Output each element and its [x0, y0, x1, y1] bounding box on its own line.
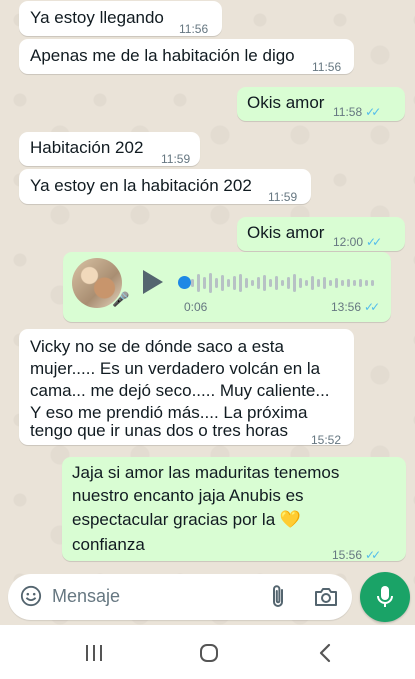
back-icon[interactable]	[316, 642, 336, 664]
message-time-value: 11:58	[333, 105, 363, 119]
message-text-line: mujer..... Es un verdadero volcán en la	[30, 359, 321, 378]
read-ticks-icon: ✓✓	[366, 235, 382, 249]
yellow-heart-emoji: 💛	[279, 510, 302, 529]
message-incoming[interactable]: Ya estoy en la habitación 202 11:59	[19, 169, 311, 204]
message-time: 13:56 ✓✓	[331, 300, 380, 314]
message-incoming[interactable]: Ya estoy llegando 11:56	[19, 1, 222, 36]
message-time: 11:58 ✓✓	[333, 100, 381, 124]
message-text-line: tengo que ir unas dos o tres horas	[30, 421, 288, 440]
chat-area[interactable]: Ya estoy llegando 11:56 Apenas me de la …	[0, 0, 415, 625]
message-text-line: espectacular gracias por la 💛	[72, 508, 301, 532]
message-time-value: 12:00	[333, 235, 364, 249]
recent-apps-icon[interactable]	[84, 642, 104, 664]
message-time: 12:00 ✓✓	[333, 230, 382, 254]
message-time: 11:56	[312, 60, 342, 74]
message-text-line: Vicky no se de dónde saco a esta	[30, 337, 284, 356]
read-ticks-icon: ✓✓	[365, 105, 381, 119]
message-text-line: confianza	[72, 535, 145, 554]
message-text: Apenas me de la habitación le digo	[30, 46, 295, 65]
message-outgoing[interactable]: Jaja si amor las maduritas tenemos nuest…	[62, 457, 406, 562]
voice-waveform[interactable]	[183, 271, 383, 295]
camera-icon[interactable]	[313, 586, 339, 608]
play-button[interactable]	[143, 270, 163, 294]
message-text: Ya estoy en la habitación 202	[30, 176, 252, 195]
voice-mic-icon: 🎤	[112, 291, 130, 307]
message-text: Okis amor	[247, 93, 325, 112]
system-navigation-bar	[0, 625, 415, 679]
message-time: 15:56 ✓✓	[332, 543, 381, 567]
playback-position-dot[interactable]	[178, 276, 191, 289]
message-outgoing[interactable]: Okis amor 11:58 ✓✓	[237, 87, 405, 121]
message-time: 11:59	[268, 190, 298, 204]
attach-icon[interactable]	[266, 584, 290, 610]
read-ticks-icon: ✓✓	[365, 548, 381, 562]
message-text-line: nuestro encanto jaja Anubis es	[72, 486, 304, 505]
message-time: 11:59	[161, 152, 191, 166]
message-text-line: Jaja si amor las maduritas tenemos	[72, 463, 340, 482]
message-text-fragment: espectacular gracias por la	[72, 510, 276, 529]
read-ticks-icon: ✓✓	[364, 300, 380, 314]
home-icon[interactable]	[198, 642, 220, 664]
message-text-line: cama... me dejó seco..... Muy caliente..…	[30, 381, 330, 400]
message-time: 15:52	[311, 433, 342, 447]
message-text: Habitación 202	[30, 138, 144, 157]
message-text: Ya estoy llegando	[30, 8, 164, 27]
message-time-value: 13:56	[331, 300, 362, 314]
message-time-value: 15:56	[332, 548, 363, 562]
message-time: 11:56	[179, 22, 209, 36]
message-incoming[interactable]: Habitación 202 11:59	[19, 132, 200, 166]
voice-duration: 0:06	[184, 300, 208, 314]
message-incoming[interactable]: Vicky no se de dónde saco a esta mujer..…	[19, 329, 354, 447]
message-text: Okis amor	[247, 223, 325, 242]
message-input[interactable]: Mensaje	[52, 586, 120, 607]
mic-icon	[377, 586, 393, 607]
mic-button[interactable]	[360, 572, 410, 622]
emoji-icon[interactable]	[20, 585, 42, 607]
message-composer[interactable]: Mensaje	[8, 574, 352, 620]
message-incoming[interactable]: Apenas me de la habitación le digo 11:56	[19, 39, 354, 74]
message-outgoing[interactable]: Okis amor 12:00 ✓✓	[237, 217, 405, 251]
